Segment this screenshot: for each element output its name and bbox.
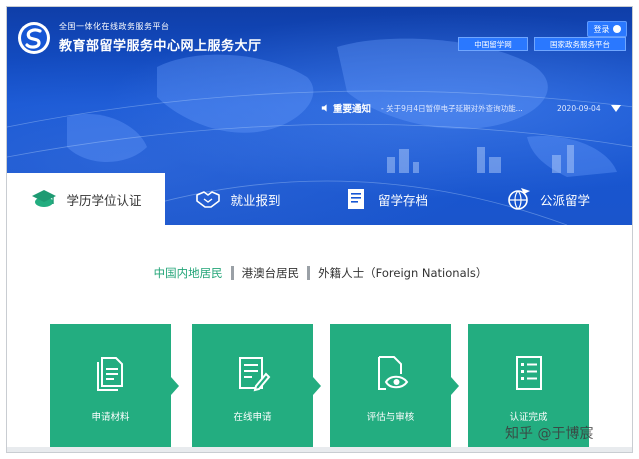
globe-plane-icon — [508, 188, 530, 210]
step-arrow — [313, 377, 321, 395]
watermark-text: 知乎 @于博宸 — [505, 426, 594, 442]
notice-text[interactable]: - 关于9月4日暂停电子延期对外查询功能... — [381, 103, 541, 114]
residency-selector: 中国内地居民 港澳台居民 外籍人士（Foreign Nationals） — [7, 265, 632, 281]
header-banner: 全国一体化在线政务服务平台 教育部留学服务中心网上服务大厅 登录 中国留学网 国… — [7, 7, 632, 225]
handshake-icon — [196, 191, 221, 208]
user-icon — [612, 25, 621, 33]
tab-degree-certification[interactable]: 学历学位认证 — [7, 173, 165, 225]
login-label: 登录 — [593, 24, 610, 34]
form-edit-icon — [239, 357, 271, 392]
step-label: 认证完成 — [509, 412, 548, 423]
tab-employment-registration[interactable]: 就业报到 — [165, 173, 310, 225]
tab-label: 就业报到 — [230, 192, 281, 208]
residency-option-hk-macao-taiwan[interactable]: 港澳台居民 — [234, 265, 308, 281]
page-frame: 全国一体化在线政务服务平台 教育部留学服务中心网上服务大厅 登录 中国留学网 国… — [6, 6, 633, 453]
checklist-icon — [516, 356, 542, 390]
link-national-gov-service[interactable]: 国家政务服务平台 — [534, 37, 626, 51]
step-evaluation-review[interactable]: 评估与审核 — [330, 324, 451, 447]
platform-subtitle: 全国一体化在线政务服务平台 — [59, 22, 170, 31]
step-label: 申请材料 — [91, 412, 130, 423]
login-button[interactable]: 登录 — [587, 21, 627, 37]
notice-label: 重要通知 — [333, 104, 372, 115]
step-application-materials[interactable]: 申请材料 — [50, 324, 171, 447]
tab-label: 公派留学 — [539, 192, 590, 208]
speaker-icon — [321, 104, 327, 112]
service-tabs: 学历学位认证 就业报到 留学存档 公派留学 — [7, 173, 632, 225]
ministry-logo-icon — [18, 22, 50, 54]
tab-study-archive[interactable]: 留学存档 — [310, 173, 460, 225]
tab-government-sponsored-study[interactable]: 公派留学 — [460, 173, 632, 225]
graduation-cap-icon — [32, 190, 57, 207]
tab-label: 留学存档 — [377, 192, 428, 208]
step-label: 评估与审核 — [366, 412, 415, 423]
link-china-study-abroad[interactable]: 中国留学网 — [458, 37, 528, 51]
chevron-down-icon[interactable] — [610, 104, 621, 112]
documents-icon — [97, 357, 123, 391]
archive-folder-icon — [347, 189, 364, 209]
step-arrow — [171, 377, 179, 395]
document-eye-icon — [378, 356, 409, 390]
residency-option-foreign[interactable]: 外籍人士（Foreign Nationals） — [310, 265, 495, 281]
step-arrow — [451, 377, 459, 395]
notice-bar: 重要通知 - 关于9月4日暂停电子延期对外查询功能... 2020-09-04 — [321, 101, 621, 115]
tab-label: 学历学位认证 — [66, 192, 142, 208]
site-title: 教育部留学服务中心网上服务大厅 — [59, 39, 262, 54]
bottom-strip — [7, 447, 632, 452]
step-label: 在线申请 — [233, 412, 272, 423]
step-online-application[interactable]: 在线申请 — [192, 324, 313, 447]
notice-date: 2020-09-04 — [557, 103, 601, 113]
residency-option-mainland[interactable]: 中国内地居民 — [146, 265, 231, 281]
